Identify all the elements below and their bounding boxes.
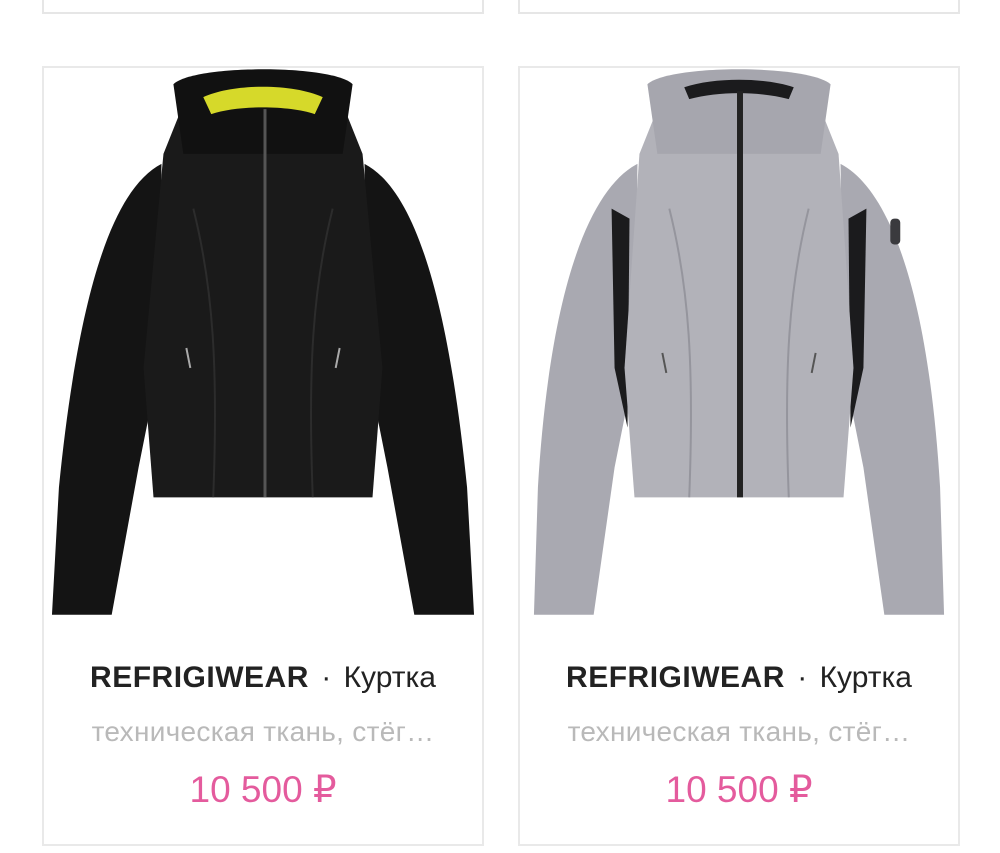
- jacket-illustration: [533, 69, 945, 615]
- title-separator: ·: [797, 661, 808, 694]
- product-price: 10 500 ₽: [665, 769, 813, 810]
- product-title[interactable]: REFRIGIWEAR · Куртка: [520, 661, 958, 695]
- grey-jacket-image[interactable]: [520, 68, 958, 628]
- previous-product-card-right[interactable]: [518, 0, 960, 14]
- jacket-illustration: [51, 69, 475, 615]
- product-type: Куртка: [819, 661, 912, 694]
- title-separator: ·: [321, 661, 332, 694]
- product-card[interactable]: REFRIGIWEAR · Куртка техническая ткань, …: [518, 66, 960, 846]
- product-description: техническая ткань, стёг…: [91, 716, 435, 747]
- product-description: техническая ткань, стёг…: [567, 716, 911, 747]
- product-price: 10 500 ₽: [189, 769, 337, 810]
- brand-name: REFRIGIWEAR: [566, 661, 785, 694]
- black-jacket-image[interactable]: [44, 68, 482, 628]
- brand-name: REFRIGIWEAR: [90, 661, 309, 694]
- product-title[interactable]: REFRIGIWEAR · Куртка: [44, 661, 482, 695]
- product-type: Куртка: [343, 661, 436, 694]
- product-card[interactable]: REFRIGIWEAR · Куртка техническая ткань, …: [42, 66, 484, 846]
- previous-product-card-left[interactable]: [42, 0, 484, 14]
